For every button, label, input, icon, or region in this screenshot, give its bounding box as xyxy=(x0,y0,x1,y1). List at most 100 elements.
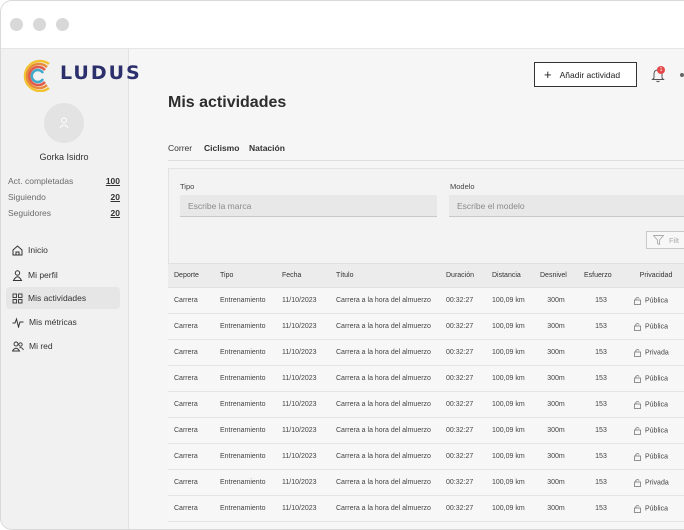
lock-icon xyxy=(634,505,641,513)
table-row[interactable]: Carrera Entrenamiento 11/10/2023 Carrera a … xyxy=(168,313,684,340)
nav-label: Mi perfil xyxy=(28,270,58,280)
table-cell: 00:32:27 xyxy=(440,443,486,470)
lock-icon xyxy=(634,349,641,357)
user-icon xyxy=(12,269,23,281)
plus-icon: + xyxy=(544,67,552,82)
privacy-label: Privada xyxy=(645,349,669,357)
nav-item-mi-perfil[interactable]: Mi perfil xyxy=(6,264,120,286)
nav-item-mis-actividades[interactable]: Mis actividades xyxy=(6,287,120,309)
column-header[interactable]: Esfuerzo xyxy=(578,263,624,288)
nav-label: Mis métricas xyxy=(29,317,77,327)
table-cell: Entrenamiento xyxy=(214,287,276,314)
tabs-divider xyxy=(168,160,684,161)
add-activity-button[interactable]: + Añadir actividad xyxy=(534,62,637,87)
table-cell: Carrera xyxy=(168,339,214,366)
column-header[interactable]: Privacidad xyxy=(624,263,684,288)
privacy-label: Pública xyxy=(645,375,668,383)
tipo-label: Tipo xyxy=(180,182,195,191)
stat-value[interactable]: 20 xyxy=(111,192,120,202)
table-cell: 300m xyxy=(534,313,578,340)
table-cell: 300m xyxy=(534,443,578,470)
column-header[interactable]: Fecha xyxy=(276,263,330,288)
nav-label: Mis actividades xyxy=(28,293,87,303)
stat-value[interactable]: 20 xyxy=(111,208,120,218)
table-row[interactable]: Carrera Entrenamiento 11/10/2023 Carrera a … xyxy=(168,365,684,392)
table-row[interactable]: Carrera Entrenamiento 11/10/2023 Carrera a … xyxy=(168,469,684,496)
table-cell: Carrera a la hora del almuerzo xyxy=(330,417,440,444)
table-cell: Privada xyxy=(624,469,684,496)
table-cell: 300m xyxy=(534,495,578,522)
table-cell: Entrenamiento xyxy=(214,365,276,392)
grid-icon xyxy=(12,293,23,303)
lock-icon xyxy=(634,427,641,435)
lock-icon xyxy=(634,401,641,409)
table-cell: Pública xyxy=(624,313,684,340)
table-cell: 153 xyxy=(578,469,624,496)
table-row[interactable]: Carrera Entrenamiento 11/10/2023 Carrera a … xyxy=(168,495,684,522)
nav-item-inicio[interactable]: Inicio xyxy=(6,239,120,261)
table-row[interactable]: Carrera Entrenamiento 11/10/2023 Carrera a … xyxy=(168,339,684,366)
window-dot-3[interactable] xyxy=(56,18,69,31)
filter-button[interactable]: Filt xyxy=(646,231,684,249)
column-header[interactable]: Distancia xyxy=(486,263,534,288)
privacy-label: Privada xyxy=(645,479,669,487)
table-cell: Carrera a la hora del almuerzo xyxy=(330,339,440,366)
filter-button-label: Filt xyxy=(669,235,679,245)
tab-correr[interactable]: Correr xyxy=(168,143,192,153)
table-cell: Entrenamiento xyxy=(214,495,276,522)
tab-ciclismo[interactable]: Ciclismo xyxy=(204,143,239,153)
column-header[interactable]: Desnivel xyxy=(534,263,578,288)
pulse-icon xyxy=(12,316,24,328)
table-cell: 00:32:27 xyxy=(440,469,486,496)
table-cell: 300m xyxy=(534,365,578,392)
column-header[interactable]: Título xyxy=(330,263,440,288)
avatar[interactable] xyxy=(44,103,84,143)
table-cell: 153 xyxy=(578,365,624,392)
lock-icon xyxy=(634,479,641,487)
nav-item-mis-metricas[interactable]: Mis métricas xyxy=(6,311,120,333)
nav-item-mi-red[interactable]: Mi red xyxy=(6,335,120,357)
table-cell: Entrenamiento xyxy=(214,417,276,444)
column-header[interactable]: Deporte xyxy=(168,263,214,288)
table-cell: 100,09 km xyxy=(486,287,534,314)
table-cell: 11/10/2023 xyxy=(276,495,330,522)
table-cell: 11/10/2023 xyxy=(276,443,330,470)
privacy-label: Pública xyxy=(645,297,668,305)
table-cell: Entrenamiento xyxy=(214,391,276,418)
table-cell: Entrenamiento xyxy=(214,469,276,496)
privacy-label: Pública xyxy=(645,505,668,513)
table-row[interactable]: Carrera Entrenamiento 11/10/2023 Carrera a … xyxy=(168,417,684,444)
window-dot-1[interactable] xyxy=(10,18,23,31)
table-cell: Carrera a la hora del almuerzo xyxy=(330,287,440,314)
lock-icon xyxy=(634,297,641,305)
privacy-label: Pública xyxy=(645,427,668,435)
table-cell: 100,09 km xyxy=(486,495,534,522)
column-header[interactable]: Duración xyxy=(440,263,486,288)
user-icon xyxy=(59,117,69,129)
table-row[interactable]: Carrera Entrenamiento 11/10/2023 Carrera a … xyxy=(168,287,684,314)
tab-natacion[interactable]: Natación xyxy=(249,143,285,153)
stat-completed: Act. completadas 100 xyxy=(8,176,120,186)
modelo-input[interactable] xyxy=(449,195,684,217)
more-icon[interactable] xyxy=(680,73,684,77)
table-cell: Carrera xyxy=(168,469,214,496)
table-cell: 300m xyxy=(534,417,578,444)
table-row[interactable]: Carrera Entrenamiento 11/10/2023 Carrera a … xyxy=(168,443,684,470)
tipo-input[interactable] xyxy=(180,195,437,217)
column-header[interactable]: Tipo xyxy=(214,263,276,288)
lock-icon xyxy=(634,375,641,383)
modelo-label: Modelo xyxy=(450,182,475,191)
nav-label: Mi red xyxy=(29,341,53,351)
table-cell: Entrenamiento xyxy=(214,313,276,340)
window-dot-2[interactable] xyxy=(33,18,46,31)
table-row[interactable]: Carrera Entrenamiento 11/10/2023 Carrera a … xyxy=(168,391,684,418)
table-cell: Pública xyxy=(624,443,684,470)
table-header-row: Deporte Tipo Fecha Título Duración Dista… xyxy=(168,263,684,288)
ludus-logo[interactable]: LUDUS xyxy=(19,58,140,94)
logo-text: LUDUS xyxy=(60,62,142,84)
table-cell: 00:32:27 xyxy=(440,495,486,522)
privacy-label: Pública xyxy=(645,453,668,461)
stat-label: Act. completadas xyxy=(8,176,74,186)
stat-value[interactable]: 100 xyxy=(106,176,120,186)
table-cell: 153 xyxy=(578,495,624,522)
